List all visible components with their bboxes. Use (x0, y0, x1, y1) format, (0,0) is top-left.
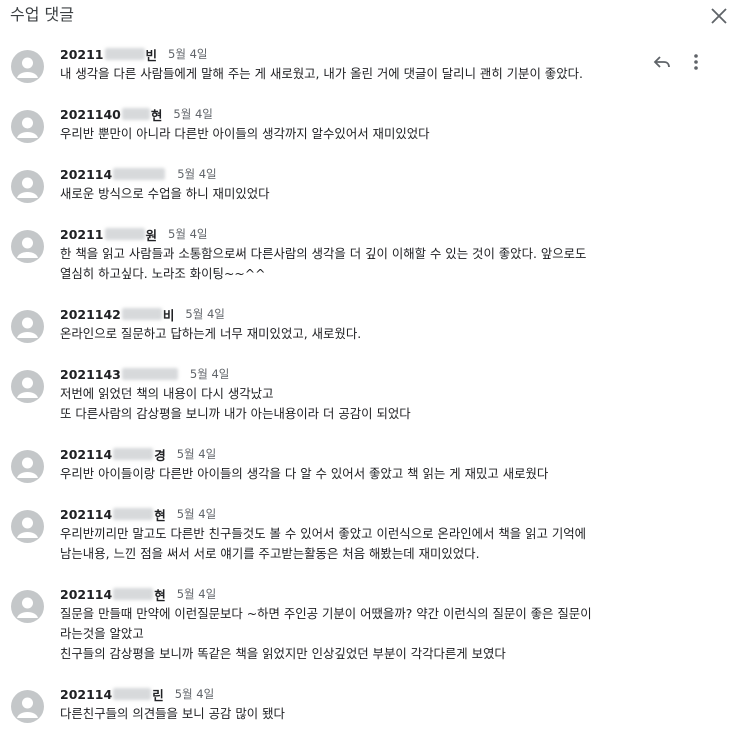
close-button[interactable] (708, 5, 729, 27)
comment-author-row: 20211 원 5월 4일 (60, 226, 208, 243)
comment-author-suffix: 원 (145, 227, 158, 243)
comment-author-suffix: 린 (152, 687, 164, 703)
comment-text: 저번에 읽었던 책의 내용이 다시 생각났고 (60, 386, 274, 401)
comment-author-suffix: 경 (154, 447, 166, 463)
comment-author-id: 2021140 (60, 106, 121, 122)
more-options-button[interactable] (686, 52, 706, 72)
comment-text: 또 다른사람의 감상평을 보니까 내가 아는내용이라 더 공감이 되었다 (60, 406, 411, 421)
comment-text: 우리반 아이들이랑 다른반 아이들의 생각을 다 알 수 있어서 좋았고 책 읽… (60, 466, 549, 481)
comment-author-row: 202114 5월 4일 (60, 166, 217, 182)
redacted-name (121, 368, 178, 380)
comment-date: 5월 4일 (173, 107, 213, 121)
comment-author-row: 2021140 현 5월 4일 (60, 106, 213, 123)
comment-author-suffix: 빈 (145, 47, 158, 63)
person-icon (17, 57, 38, 78)
person-icon (17, 697, 38, 718)
comment-text: 다른친구들의 의견들을 보니 공감 많이 됐다 (60, 706, 285, 721)
redacted-name (113, 688, 152, 700)
comment-text: 라는것을 알았고 (60, 626, 144, 641)
comment-date: 5월 4일 (177, 167, 217, 181)
avatar (11, 450, 44, 483)
comment-date: 5월 4일 (168, 227, 208, 241)
person-icon (17, 517, 38, 538)
comment-date: 5월 4일 (176, 507, 217, 521)
comment-text: 내 생각을 다른 사람들에게 말해 주는 게 새로웠고, 내가 올린 거에 댓글… (60, 66, 583, 81)
comment-text: 우리반끼리만 말고도 다른반 친구들것도 볼 수 있어서 좋았고 이런식으로 온… (60, 526, 587, 541)
comment-author-row: 202114 현 5월 4일 (60, 506, 217, 523)
redacted-name (113, 508, 154, 520)
avatar (11, 310, 44, 343)
comment-author-id: 20211 (60, 46, 104, 62)
dialog-title: 수업 댓글 (10, 5, 74, 24)
reply-button[interactable] (652, 52, 672, 72)
comment-text: 친구들의 감상평을 보니까 똑같은 책을 읽었지만 인상깊었던 부분이 각각다른… (60, 646, 506, 661)
person-icon (17, 237, 38, 258)
comment-author-row: 202114 현 5월 4일 (60, 586, 217, 603)
comment-author-id: 20211 (60, 226, 104, 242)
person-icon (17, 177, 38, 198)
avatar (11, 590, 44, 623)
comment-author-suffix: 현 (154, 587, 166, 603)
comment-author-id: 202114 (60, 586, 113, 602)
comment-author-id: 2021143 (60, 366, 121, 382)
redacted-name (113, 168, 166, 180)
dialog-header: 수업 댓글 (0, 0, 729, 32)
comment-author-id: 202114 (60, 686, 113, 702)
redacted-name (104, 228, 145, 240)
reply-icon (653, 56, 670, 68)
comment-text: 남는내용, 느낀 점을 써서 서로 얘기를 주고받는활동은 처음 해봤는데 재미… (60, 546, 480, 561)
comment-text: 새로운 방식으로 수업을 하니 재미있었다 (60, 186, 270, 201)
person-icon (17, 117, 38, 138)
comment-date: 5월 4일 (189, 367, 230, 381)
comment-text: 우리반 뿐만이 아니라 다른반 아이들의 생각까지 알수있어서 재미있었다 (60, 126, 430, 141)
comment-author-id: 202114 (60, 506, 113, 522)
avatar (11, 370, 44, 403)
comment-author-id: 202114 (60, 446, 113, 462)
comment-date: 5월 4일 (176, 447, 217, 461)
comment-author-row: 202114 린 5월 4일 (60, 686, 215, 703)
comment-text: 질문을 만들때 만약에 이런질문보다 ~하면 주인공 기분이 어땠을까? 약간 … (60, 606, 592, 621)
comment-date: 5월 4일 (174, 687, 215, 701)
person-icon (17, 317, 38, 338)
avatar (11, 170, 44, 203)
comment-author-row: 202114 경 5월 4일 (60, 446, 217, 463)
redacted-name (121, 308, 162, 320)
person-icon (17, 377, 38, 398)
comment-author-suffix: 현 (154, 507, 166, 523)
comment-author-row: 2021142 비 5월 4일 (60, 306, 225, 323)
redacted-name (113, 448, 154, 460)
comment-author-id: 202114 (60, 166, 113, 182)
avatar (11, 690, 44, 723)
comment-date: 5월 4일 (176, 587, 217, 601)
comment-date: 5월 4일 (168, 47, 208, 61)
comment-author-suffix: 비 (162, 307, 175, 323)
redacted-name (104, 48, 145, 60)
redacted-name (113, 588, 154, 600)
avatar (11, 230, 44, 263)
more-vert-icon (694, 54, 698, 70)
comment-date: 5월 4일 (185, 307, 225, 321)
person-icon (17, 597, 38, 618)
avatar (11, 110, 44, 143)
avatar (11, 510, 44, 543)
comment-author-id: 2021142 (60, 306, 121, 322)
comment-author-row: 2021143 5월 4일 (60, 366, 229, 382)
redacted-name (121, 108, 150, 120)
comment-text: 열심히 하고싶다. 노라조 화이팅~~^^ (60, 266, 266, 281)
comment-author-row: 20211 빈 5월 4일 (60, 46, 208, 63)
avatar (11, 50, 44, 83)
comment-text: 한 책을 읽고 사람들과 소통함으로써 다른사람의 생각을 더 깊이 이해할 수… (60, 246, 587, 261)
comment-author-suffix: 현 (150, 107, 163, 123)
person-icon (17, 457, 38, 478)
close-icon (711, 8, 727, 24)
comment-text: 온라인으로 질문하고 답하는게 너무 재미있었고, 새로웠다. (60, 326, 362, 341)
